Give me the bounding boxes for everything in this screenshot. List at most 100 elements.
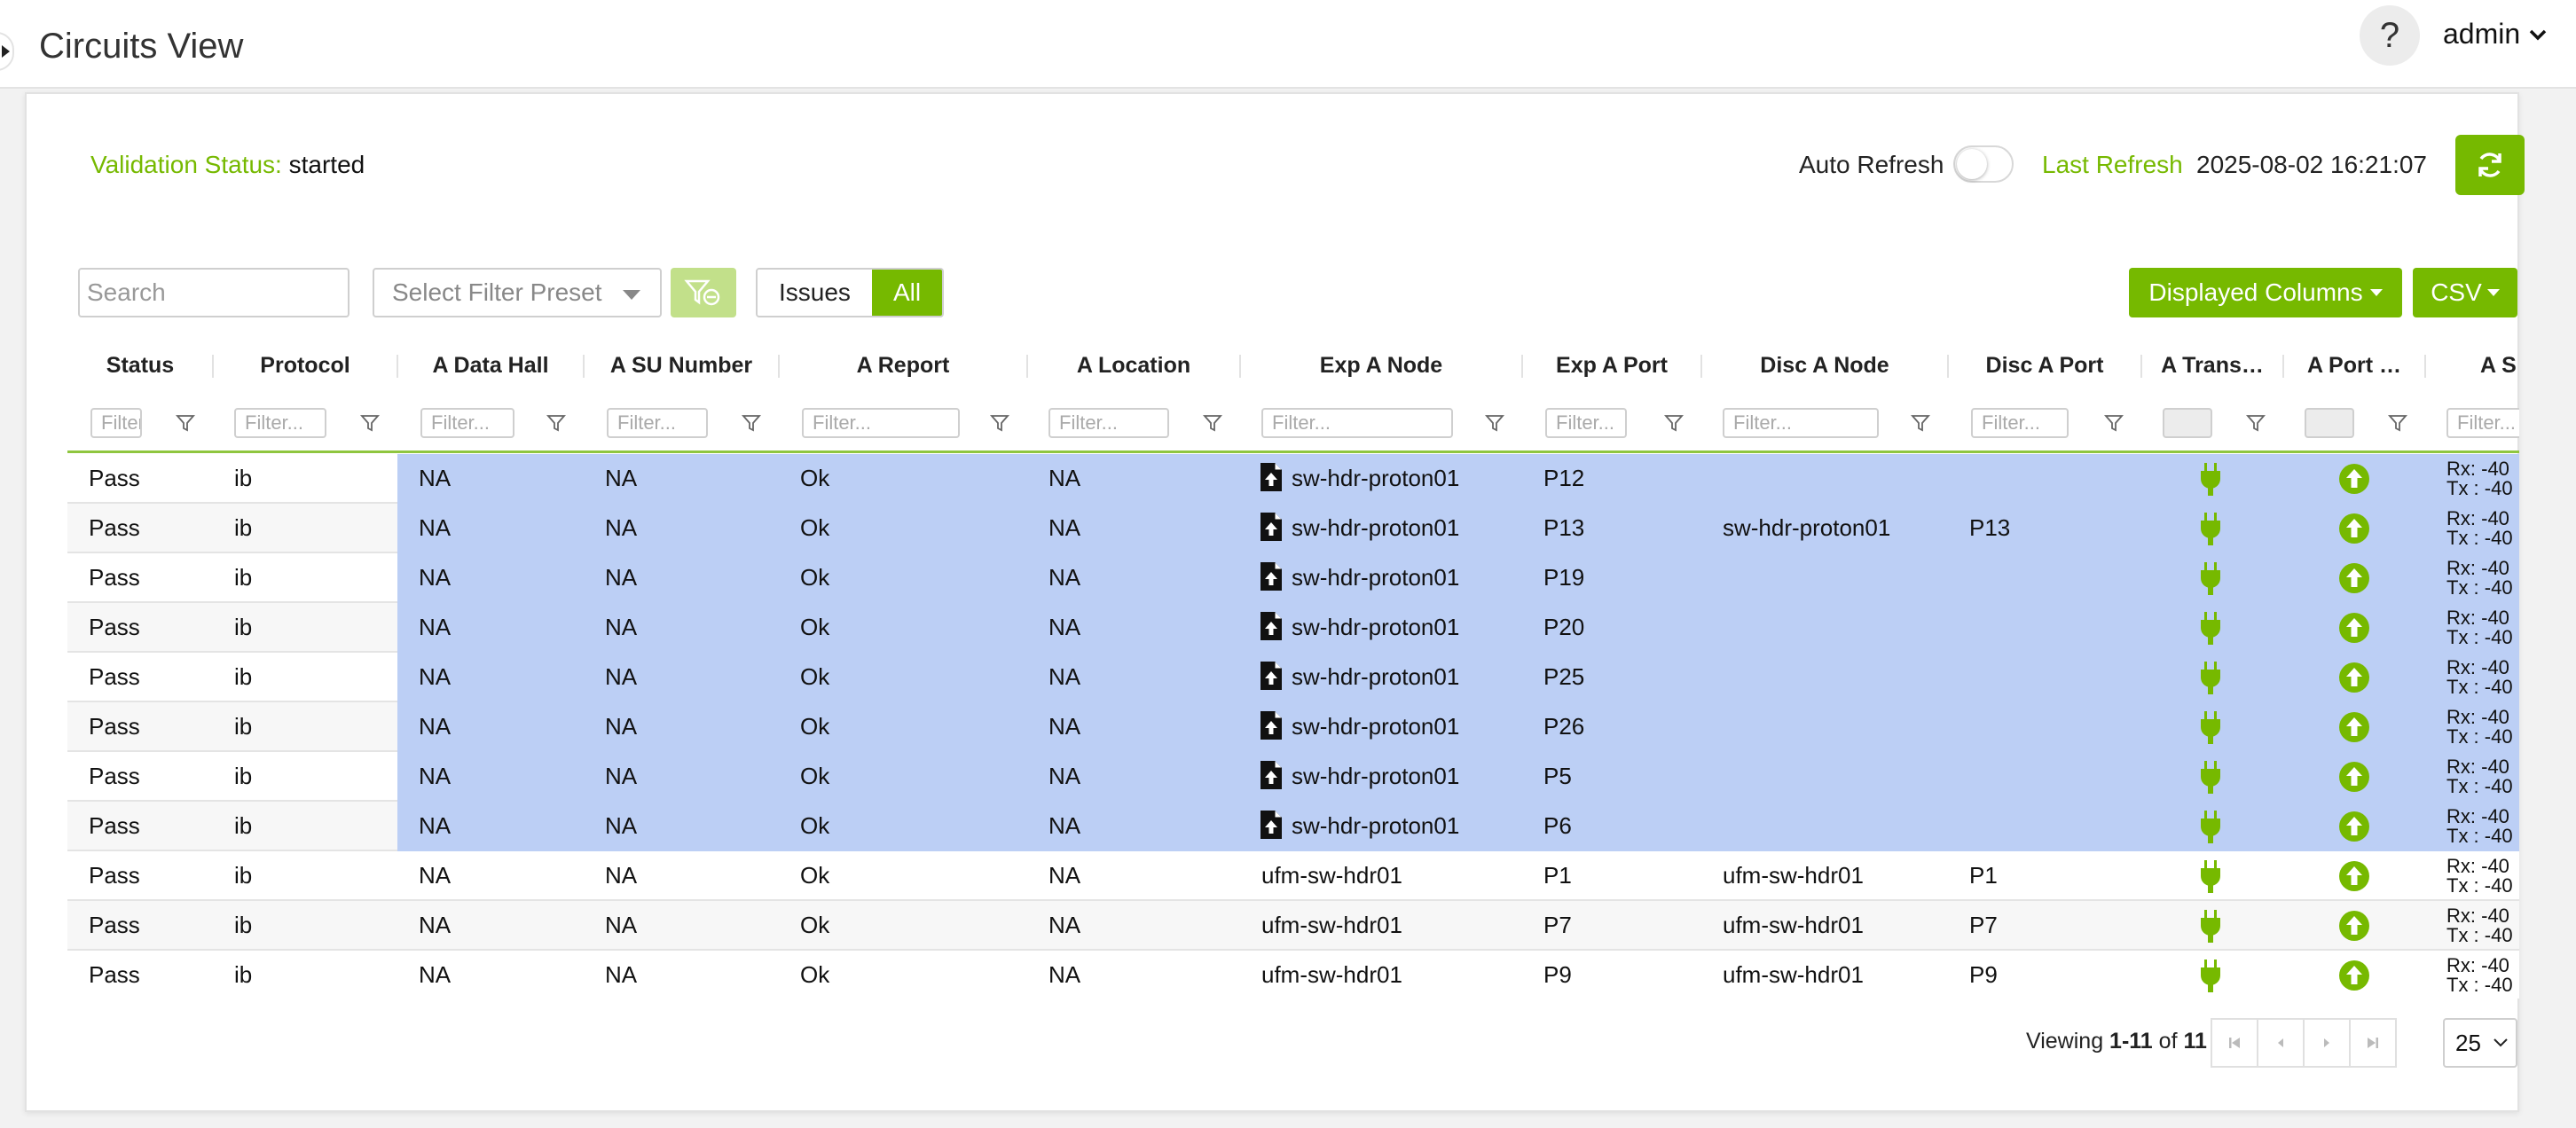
column-filter-input[interactable]: Filter... [607, 408, 708, 438]
arrow-up-circle-icon[interactable] [2338, 463, 2370, 495]
table-row[interactable]: Pass ib NA NA Ok NA sw-hdr-proton01 P12 Rx: -40 T… [67, 454, 2519, 504]
arrow-up-circle-icon[interactable] [2338, 811, 2370, 842]
file-upload-icon[interactable] [1260, 760, 1283, 790]
plug-icon[interactable] [2198, 610, 2223, 646]
file-upload-icon[interactable] [1260, 710, 1283, 740]
search-input[interactable] [78, 268, 349, 317]
refresh-button[interactable] [2455, 135, 2525, 195]
plug-icon[interactable] [2198, 759, 2223, 795]
column-filter-input[interactable] [2163, 408, 2212, 438]
column-filter-input[interactable]: Filter... [1971, 408, 2069, 438]
table-row[interactable]: Pass ib NA NA Ok NA sw-hdr-proton01 P5 Rx: -40 Tx… [67, 752, 2519, 802]
column-filter-input[interactable]: Filter... [1261, 408, 1453, 438]
arrow-up-circle-icon[interactable] [2338, 761, 2370, 793]
table-row[interactable]: Pass ib NA NA Ok NA sw-hdr-proton01 P25 Rx: -40 T… [67, 653, 2519, 702]
page-size-select[interactable]: 25 [2443, 1018, 2517, 1068]
cell-a-port-state [2283, 504, 2425, 553]
segment-all[interactable]: All [871, 270, 943, 316]
filter-icon[interactable] [2104, 413, 2124, 433]
next-page-button[interactable] [2303, 1018, 2351, 1068]
table-row[interactable]: Pass ib NA NA Ok NA sw-hdr-proton01 P26 Rx: -40 T… [67, 702, 2519, 752]
arrow-up-circle-icon[interactable] [2338, 612, 2370, 644]
file-upload-icon[interactable] [1260, 561, 1283, 591]
column-filter-input[interactable]: Filter... [1048, 408, 1169, 438]
plug-icon[interactable] [2198, 709, 2223, 745]
file-upload-icon[interactable] [1260, 810, 1283, 840]
table-row[interactable]: Pass ib NA NA Ok NA ufm-sw-hdr01 P9 ufm-sw-hdr01… [67, 951, 2519, 999]
caret-down-icon [2369, 289, 2383, 296]
plug-icon[interactable] [2198, 908, 2223, 944]
filter-icon[interactable] [2246, 413, 2266, 433]
file-upload-icon[interactable] [1260, 611, 1283, 641]
column-filter-input[interactable]: Filter... [1723, 408, 1879, 438]
csv-button[interactable]: CSV [2413, 268, 2517, 317]
column-filter-input[interactable]: Filter... [2446, 408, 2519, 438]
arrow-up-circle-icon[interactable] [2338, 711, 2370, 743]
column-filter-input[interactable]: Filter... [234, 408, 326, 438]
column-header[interactable]: Protocol [213, 341, 397, 390]
column-header[interactable]: A S [2425, 341, 2519, 390]
user-menu[interactable]: admin [2443, 18, 2547, 51]
filter-icon[interactable] [742, 413, 761, 433]
filter-icon[interactable] [176, 413, 195, 433]
table-row[interactable]: Pass ib NA NA Ok NA sw-hdr-proton01 P19 Rx: -40 T… [67, 553, 2519, 603]
filter-icon[interactable] [990, 413, 1009, 433]
plug-icon[interactable] [2198, 511, 2223, 546]
filter-preset-select[interactable]: Select Filter Preset [373, 268, 662, 317]
filter-icon[interactable] [1911, 413, 1930, 433]
clear-filters-button[interactable] [671, 268, 736, 317]
table-row[interactable]: Pass ib NA NA Ok NA sw-hdr-proton01 P6 Rx: -40 Tx… [67, 802, 2519, 851]
table-row[interactable]: Pass ib NA NA Ok NA ufm-sw-hdr01 P1 ufm-sw-hdr01… [67, 851, 2519, 901]
arrow-up-circle-icon[interactable] [2338, 562, 2370, 594]
column-header[interactable]: A SU Number [584, 341, 779, 390]
filter-icon[interactable] [1485, 413, 1504, 433]
column-header[interactable]: Status [67, 341, 213, 390]
column-filter-input[interactable]: Filter... [802, 408, 960, 438]
column-header[interactable]: Disc A Node [1701, 341, 1948, 390]
sidebar-toggle[interactable] [0, 32, 14, 71]
arrow-up-circle-icon[interactable] [2338, 662, 2370, 693]
plug-icon[interactable] [2198, 461, 2223, 497]
column-filter-input[interactable]: Filter... [420, 408, 514, 438]
column-filter-input[interactable] [2305, 408, 2354, 438]
segment-issues[interactable]: Issues [758, 270, 872, 316]
first-page-button[interactable] [2211, 1018, 2258, 1068]
file-upload-icon[interactable] [1260, 512, 1283, 542]
filter-icon[interactable] [2388, 413, 2407, 433]
column-header[interactable]: A Trans… [2141, 341, 2283, 390]
auto-refresh-toggle[interactable] [1953, 145, 2014, 183]
column-header[interactable]: A Data Hall [397, 341, 584, 390]
filter-icon[interactable] [1203, 413, 1222, 433]
column-header[interactable]: A Report [779, 341, 1027, 390]
arrow-up-circle-icon[interactable] [2338, 860, 2370, 892]
plug-icon[interactable] [2198, 560, 2223, 596]
plug-icon[interactable] [2198, 858, 2223, 894]
plug-icon[interactable] [2198, 809, 2223, 844]
filter-icon[interactable] [1664, 413, 1684, 433]
column-filter-input[interactable]: Filter... [90, 408, 142, 438]
table-row[interactable]: Pass ib NA NA Ok NA ufm-sw-hdr01 P7 ufm-sw-hdr01… [67, 901, 2519, 951]
filter-icon[interactable] [360, 413, 380, 433]
arrow-up-circle-icon[interactable] [2338, 513, 2370, 544]
column-header[interactable]: A Port … [2283, 341, 2425, 390]
arrow-up-circle-icon[interactable] [2338, 960, 2370, 991]
table-row[interactable]: Pass ib NA NA Ok NA sw-hdr-proton01 P13 sw-hdr-p… [67, 504, 2519, 553]
column-separator [583, 355, 585, 378]
table-row[interactable]: Pass ib NA NA Ok NA sw-hdr-proton01 P20 Rx: -40 T… [67, 603, 2519, 653]
help-button[interactable]: ? [2360, 5, 2420, 66]
arrow-up-circle-icon[interactable] [2338, 910, 2370, 942]
prev-page-button[interactable] [2257, 1018, 2305, 1068]
column-header[interactable]: Disc A Port [1948, 341, 2141, 390]
plug-icon[interactable] [2198, 660, 2223, 695]
plug-icon[interactable] [2198, 958, 2223, 993]
cell-location: NA [1048, 514, 1081, 541]
column-header[interactable]: Exp A Port [1522, 341, 1701, 390]
filter-icon[interactable] [546, 413, 566, 433]
displayed-columns-button[interactable]: Displayed Columns [2129, 268, 2402, 317]
column-header[interactable]: Exp A Node [1240, 341, 1522, 390]
file-upload-icon[interactable] [1260, 462, 1283, 492]
column-header[interactable]: A Location [1027, 341, 1240, 390]
file-upload-icon[interactable] [1260, 661, 1283, 691]
column-filter-input[interactable]: Filter... [1545, 408, 1627, 438]
last-page-button[interactable] [2349, 1018, 2397, 1068]
